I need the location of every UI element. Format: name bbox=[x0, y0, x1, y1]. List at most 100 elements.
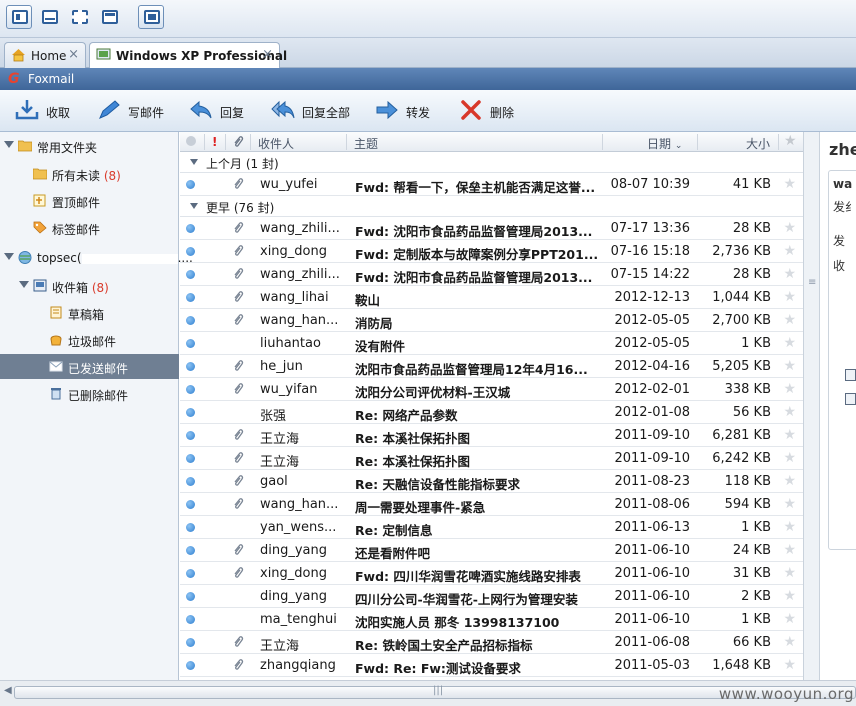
priority-column[interactable]: ! bbox=[212, 135, 217, 149]
table-row[interactable]: wang_han... 消防局 2012-05-05 2,700 KB ★ bbox=[180, 309, 803, 332]
star-icon[interactable]: ★ bbox=[783, 335, 796, 351]
scroll-left-icon[interactable]: ◀ bbox=[4, 685, 12, 696]
star-icon[interactable]: ★ bbox=[783, 519, 796, 535]
sidebar-item-sent[interactable]: 已发送邮件 bbox=[0, 354, 179, 379]
table-row[interactable]: he_jun 沈阳市食品药品监督管理局12年4月16... 2012-04-16 5,… bbox=[180, 355, 803, 378]
star-icon[interactable]: ★ bbox=[783, 220, 796, 236]
star-icon[interactable]: ★ bbox=[783, 176, 796, 192]
receive-button[interactable]: 收取 bbox=[14, 98, 76, 124]
star-icon[interactable]: ★ bbox=[783, 381, 796, 397]
unread-dot-icon[interactable] bbox=[186, 385, 195, 394]
unread-dot-icon[interactable] bbox=[186, 339, 195, 348]
split-view-button[interactable] bbox=[6, 5, 32, 29]
star-icon[interactable]: ★ bbox=[783, 427, 796, 443]
star-icon[interactable]: ★ bbox=[783, 542, 796, 558]
star-icon[interactable]: ★ bbox=[783, 243, 796, 259]
unread-dot-icon[interactable] bbox=[186, 180, 195, 189]
unread-dot-icon[interactable] bbox=[186, 523, 195, 532]
star-icon[interactable]: ★ bbox=[783, 450, 796, 466]
sidebar-item-tagged[interactable]: 标签邮件 bbox=[0, 215, 179, 240]
group-header-last-month[interactable]: 上个月 (1 封) bbox=[180, 152, 803, 173]
window-mode-button[interactable] bbox=[96, 5, 122, 29]
console-view-button[interactable] bbox=[138, 5, 164, 29]
reply-button[interactable]: 回复 bbox=[188, 98, 248, 124]
sidebar-item-common-folders[interactable]: 常用文件夹 bbox=[0, 133, 179, 158]
table-row[interactable]: gaol Re: 天融信设备性能指标要求 2011-08-23 118 KB ★ bbox=[180, 470, 803, 493]
unread-dot-icon[interactable] bbox=[186, 477, 195, 486]
sidebar-item-junk[interactable]: 垃圾邮件 bbox=[0, 327, 179, 352]
attachment-column-icon[interactable] bbox=[232, 135, 244, 149]
chevron-down-icon[interactable] bbox=[4, 141, 14, 148]
close-icon[interactable]: × bbox=[262, 47, 273, 62]
pane-splitter[interactable]: ≡ bbox=[803, 132, 820, 680]
table-row[interactable]: ma_tenghui 沈阳实施人员 那冬 13998137100 2011-06-1… bbox=[180, 608, 803, 631]
close-icon[interactable]: × bbox=[68, 47, 79, 62]
unread-dot-icon[interactable] bbox=[186, 592, 195, 601]
sidebar-item-inbox[interactable]: 收件箱 (8) bbox=[0, 273, 179, 298]
table-row[interactable]: wu_yufei Fwd: 帮看一下，保垒主机能否满足这誉... 08-07 10:… bbox=[180, 173, 803, 196]
star-icon[interactable]: ★ bbox=[783, 611, 796, 627]
bottom-pane-button[interactable] bbox=[36, 5, 62, 29]
table-row[interactable]: 王立海 Re: 铁岭国土安全产品招标指标 2011-06-08 66 KB ★ bbox=[180, 631, 803, 654]
group-header-earlier[interactable]: 更早 (76 封) bbox=[180, 196, 803, 217]
sidebar-item-pinned[interactable]: 置顶邮件 bbox=[0, 188, 179, 213]
sidebar-item-drafts[interactable]: 草稿箱 bbox=[0, 300, 179, 325]
unread-dot-icon[interactable] bbox=[186, 293, 195, 302]
unread-dot-icon[interactable] bbox=[186, 408, 195, 417]
table-row[interactable]: wu_yifan 沈阳分公司评优材料-王汉城 2012-02-01 338 KB ★ bbox=[180, 378, 803, 401]
star-icon[interactable]: ★ bbox=[783, 496, 796, 512]
star-icon[interactable]: ★ bbox=[783, 657, 796, 673]
table-row[interactable]: 张强 Re: 网络产品参数 2012-01-08 56 KB ★ bbox=[180, 401, 803, 424]
unread-dot-icon[interactable] bbox=[186, 362, 195, 371]
chevron-down-icon[interactable] bbox=[19, 281, 29, 288]
attachment-file-icon[interactable] bbox=[845, 393, 856, 405]
table-row[interactable]: xing_dong Fwd: 定制版本与故障案例分享PPT201... 07-16 … bbox=[180, 240, 803, 263]
table-row[interactable]: wang_zhili... Fwd: 沈阳市食品药品监督管理局2013... 07-… bbox=[180, 263, 803, 286]
star-icon[interactable]: ★ bbox=[783, 634, 796, 650]
date-column[interactable]: 日期 ⌄ bbox=[647, 135, 682, 152]
table-row[interactable]: 王立海 Re: 本溪社保拓扑图 2011-09-10 6,242 KB ★ bbox=[180, 447, 803, 470]
splitter-grip-icon[interactable]: ≡ bbox=[808, 277, 816, 288]
table-row[interactable]: wang_han... 周一需要处理事件-紧急 2011-08-06 594 KB ★ bbox=[180, 493, 803, 516]
unread-dot-icon[interactable] bbox=[186, 661, 195, 670]
fullscreen-button[interactable] bbox=[66, 5, 92, 29]
star-icon[interactable]: ★ bbox=[783, 266, 796, 282]
table-row[interactable]: ding_yang 四川分公司-华润雪花-上网行为管理安装 2011-06-10 2 … bbox=[180, 585, 803, 608]
chevron-down-icon[interactable] bbox=[190, 159, 198, 165]
chevron-down-icon[interactable] bbox=[4, 253, 14, 260]
delete-button[interactable]: 删除 bbox=[458, 98, 516, 124]
star-icon[interactable]: ★ bbox=[783, 588, 796, 604]
unread-dot-icon[interactable] bbox=[186, 546, 195, 555]
attachment-file-icon[interactable] bbox=[845, 369, 856, 381]
size-column[interactable]: 大小 bbox=[746, 135, 770, 152]
star-icon[interactable]: ★ bbox=[783, 473, 796, 489]
tab-windows-xp[interactable]: Windows XP Professional × bbox=[89, 42, 287, 69]
table-row[interactable]: zhangqiang Fwd: Re: Fw:测试设备要求 2011-05-03 1,… bbox=[180, 654, 803, 677]
sidebar-item-account[interactable]: topsec(.... bbox=[0, 245, 193, 270]
unread-dot-icon[interactable] bbox=[186, 431, 195, 440]
unread-dot-icon[interactable] bbox=[186, 615, 195, 624]
star-icon[interactable]: ★ bbox=[783, 404, 796, 420]
table-row[interactable]: wang_lihai 鞍山 2012-12-13 1,044 KB ★ bbox=[180, 286, 803, 309]
table-row[interactable]: yan_wens... Re: 定制信息 2011-06-13 1 KB ★ bbox=[180, 516, 803, 539]
unread-dot-icon[interactable] bbox=[186, 247, 195, 256]
star-icon[interactable]: ★ bbox=[783, 565, 796, 581]
star-icon[interactable]: ★ bbox=[783, 358, 796, 374]
unread-dot-icon[interactable] bbox=[186, 454, 195, 463]
chevron-down-icon[interactable] bbox=[190, 203, 198, 209]
tab-home[interactable]: Home × bbox=[4, 42, 86, 68]
forward-button[interactable]: 转发 bbox=[374, 98, 434, 124]
star-column-icon[interactable]: ★ bbox=[784, 133, 797, 149]
table-row[interactable]: xing_dong Fwd: 四川华润雪花啤酒实施线路安排表 2011-06-10 3… bbox=[180, 562, 803, 585]
sender-column[interactable]: 收件人 bbox=[258, 135, 294, 152]
sidebar-item-unread[interactable]: 所有未读 (8) bbox=[0, 161, 179, 186]
table-row[interactable]: 王立海 Re: 本溪社保拓扑图 2011-09-10 6,281 KB ★ bbox=[180, 424, 803, 447]
unread-dot-icon[interactable] bbox=[186, 316, 195, 325]
star-icon[interactable]: ★ bbox=[783, 312, 796, 328]
subject-column[interactable]: 主题 bbox=[354, 135, 378, 152]
read-status-column-icon[interactable] bbox=[186, 136, 196, 146]
sidebar-item-deleted[interactable]: 已删除邮件 bbox=[0, 381, 179, 406]
table-row[interactable]: liuhantao 没有附件 2012-05-05 1 KB ★ bbox=[180, 332, 803, 355]
unread-dot-icon[interactable] bbox=[186, 569, 195, 578]
table-row[interactable]: ding_yang 还是看附件吧 2011-06-10 24 KB ★ bbox=[180, 539, 803, 562]
